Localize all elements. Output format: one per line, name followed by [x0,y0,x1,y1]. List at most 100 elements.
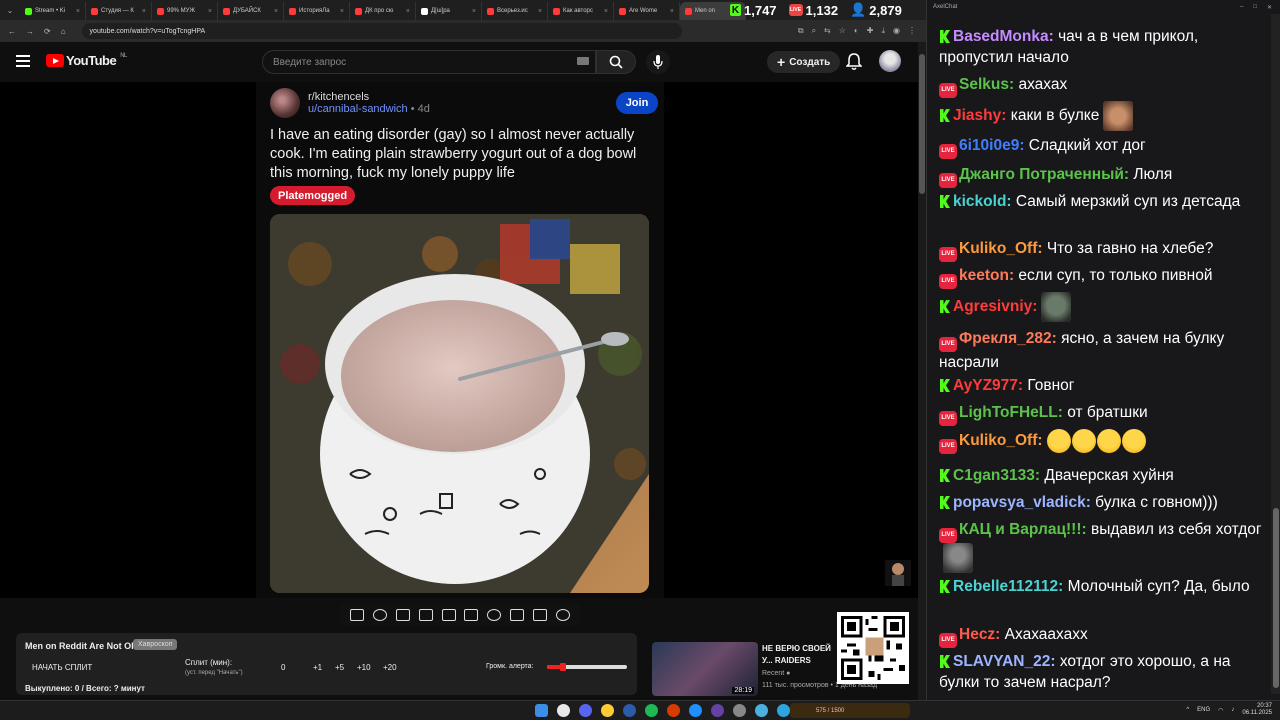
recommended-video-thumbnail[interactable]: 28:19 [652,642,758,696]
browser-tab[interactable]: Are Wome × [614,2,680,20]
browser-icon[interactable] [689,704,702,717]
close-icon[interactable]: ✕ [1267,4,1272,11]
download-icon[interactable]: ⤓ [881,26,885,36]
chat-username[interactable]: 6i10i0e9: [959,137,1025,154]
playlist-add-icon[interactable] [509,609,524,621]
discord-icon[interactable] [579,704,592,717]
subtitles-icon[interactable] [464,609,479,621]
steam-icon[interactable] [623,704,636,717]
bookmark-star-icon[interactable]: ☆ [839,26,846,36]
chat-username[interactable]: keeton: [959,267,1014,284]
spotify-icon[interactable] [645,704,658,717]
search-input[interactable]: Введите запрос [262,50,596,74]
theater-icon[interactable] [441,609,456,621]
browser-tab[interactable]: 99% МУЖ × [152,2,218,20]
volume-icon[interactable]: ♪ [1231,707,1234,713]
profile-icon[interactable]: ◉ [893,26,900,36]
app-icon[interactable] [755,704,768,717]
chat-username[interactable]: Agresivniy: [953,298,1037,315]
menu-icon[interactable]: ⋮ [908,26,916,36]
url-field[interactable]: youtube.com/watch?v=uTogTcngHPA [81,23,682,39]
explorer-icon[interactable] [601,704,614,717]
chrome-icon[interactable] [557,704,570,717]
chat-username[interactable]: LighToFHeLL: [959,404,1063,421]
tab-close-icon[interactable]: × [208,8,212,15]
chat-username[interactable]: popavsya_vladick: [953,494,1091,511]
tray-chevron-icon[interactable]: ^ [1186,707,1189,713]
split-panel-tag[interactable]: Хавроскоп [133,639,178,650]
chat-username[interactable]: BasedMonka: [953,28,1054,45]
chat-username[interactable]: Kuliko_Off: [959,240,1043,257]
slider-handle[interactable] [560,663,566,671]
clock[interactable]: 20:37 06.11.2025 [1242,703,1272,717]
clapper-icon[interactable] [418,609,433,621]
chat-username[interactable]: Jiashy: [953,107,1006,124]
browser-tab[interactable]: Студия — К × [86,2,152,20]
chat-username[interactable]: Джанго Потраченный: [959,166,1129,183]
add-20-button[interactable]: +20 [383,663,397,672]
chat-username[interactable]: kickold: [953,193,1012,210]
chat-scrollbar[interactable] [1271,14,1280,694]
browser-tab[interactable]: Как авторс × [548,2,614,20]
page-scrollbar[interactable] [918,42,926,700]
chat-username[interactable]: AyYZ977: [953,377,1023,394]
install-icon[interactable]: ⧉ [798,26,804,36]
tab-close-icon[interactable]: × [604,8,608,15]
keyboard-icon[interactable] [577,57,589,65]
browser-tab[interactable]: ДУБАЙСК × [218,2,284,20]
media-icon[interactable] [711,704,724,717]
account-avatar[interactable] [879,50,901,72]
browser-tab[interactable]: Stream • Ki × [20,2,86,20]
voice-search-button[interactable] [646,50,670,74]
tab-close-icon[interactable]: × [406,8,410,15]
settings-icon[interactable] [555,609,570,621]
broadcast-icon[interactable] [373,609,388,621]
chat-username[interactable]: Rebelle112112: [953,578,1063,595]
chat-username[interactable]: Selkus: [959,76,1014,93]
browser-tab[interactable]: Всерьез.ис × [482,2,548,20]
windows-start-icon[interactable] [535,704,548,717]
browser-tab[interactable]: ИсторияЛа × [284,2,350,20]
puzzle-icon[interactable]: ✚ [867,26,874,36]
search-button[interactable] [596,50,636,74]
recommended-video-channel[interactable]: Recent ● [762,670,790,677]
youtube-logo[interactable]: YouTube NL [46,53,127,68]
add-1-button[interactable]: +1 [313,663,322,672]
speed-icon[interactable] [487,609,502,621]
minimize-icon[interactable]: – [1240,4,1243,11]
reload-icon[interactable]: ⟳ [44,27,51,36]
wifi-icon[interactable]: ◠ [1218,707,1223,714]
recommended-video-title[interactable]: НЕ ВЕРЮ СВОЕЙ У... RAIDERS [762,643,842,667]
tab-close-icon[interactable]: × [274,8,278,15]
video-player[interactable]: r/kitchencels u/cannibal-sandwich • 4d J… [0,82,918,598]
tab-close-icon[interactable]: × [142,8,146,15]
forward-icon[interactable]: → [26,27,34,36]
tab-close-icon[interactable]: × [76,8,80,15]
back-icon[interactable]: ← [8,27,16,36]
add-5-button[interactable]: +5 [335,663,344,672]
zoom-icon[interactable]: ⌕ [812,26,816,36]
tab-close-icon[interactable]: × [340,8,344,15]
chat-username[interactable]: Фрекля_282: [959,330,1057,347]
browser-tab[interactable]: ДК про сю × [350,2,416,20]
screenshot-icon[interactable] [532,609,547,621]
add-10-button[interactable]: +10 [357,663,371,672]
notifications-bell-icon[interactable] [846,53,862,71]
tab-close-icon[interactable]: × [538,8,542,15]
alert-volume-slider[interactable] [547,663,627,671]
maximize-icon[interactable]: □ [1253,4,1257,11]
telegram-icon[interactable] [777,704,790,717]
miniplayer-icon[interactable] [395,609,410,621]
extension-icon[interactable]: ◐ [854,26,859,36]
share-icon[interactable]: ⇆ [824,26,831,36]
kick-widget[interactable]: 575 / 1500 [790,703,910,718]
guide-menu-icon[interactable] [16,55,30,67]
home-icon[interactable]: ⌂ [61,27,66,36]
app-icon[interactable] [733,704,746,717]
browser-tab[interactable]: Д[ш]ра × [416,2,482,20]
chat-username[interactable]: SLAVYAN_22: [953,653,1056,670]
chat-username[interactable]: КАЦ и Варлац!!!: [959,521,1087,538]
tab-search-icon[interactable]: ⌄ [0,0,20,20]
chat-username[interactable]: Hecz: [959,626,1000,643]
language-indicator[interactable]: ENG [1197,707,1210,713]
